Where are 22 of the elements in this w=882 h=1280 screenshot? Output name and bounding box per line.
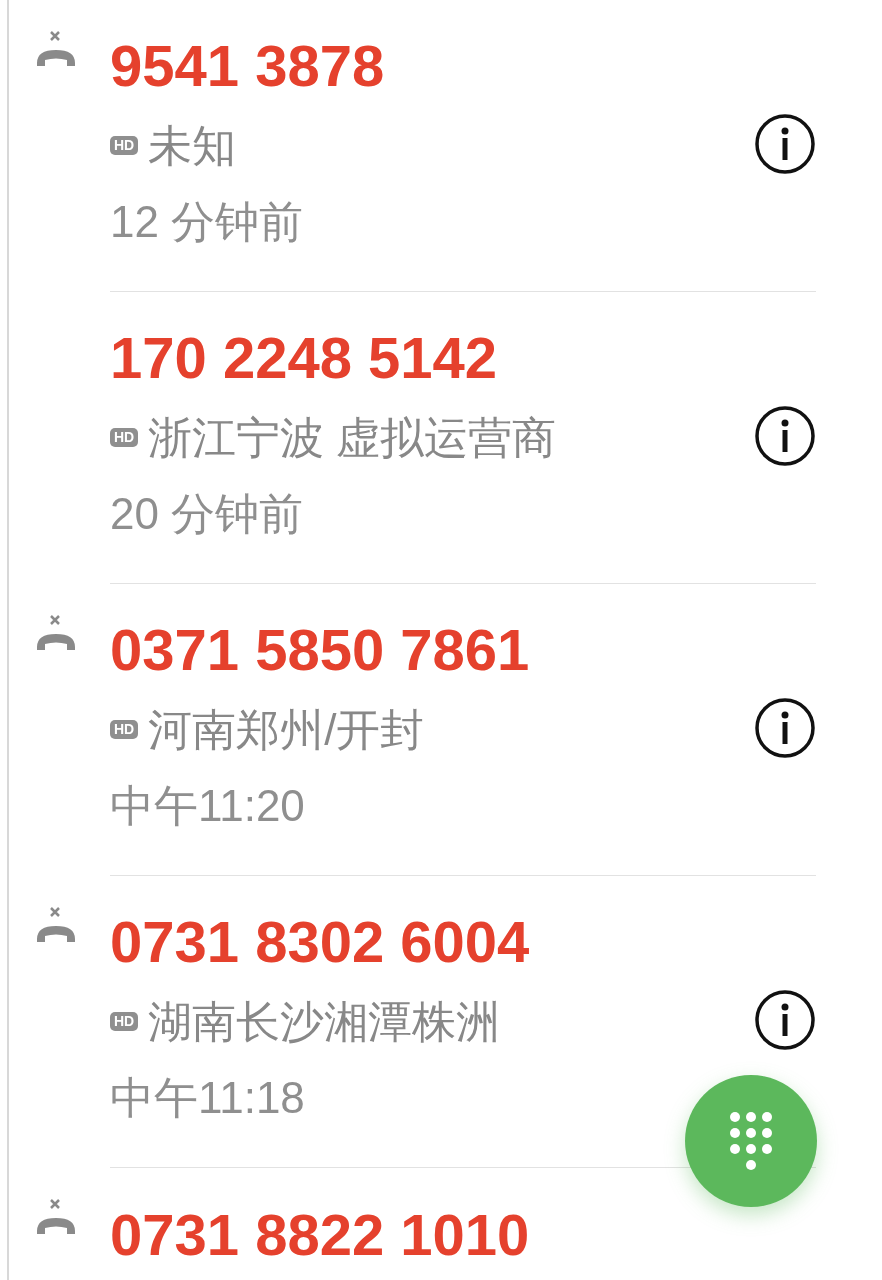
info-icon[interactable] [754,404,816,467]
call-time: 12 分钟前 [110,195,305,248]
phone-number: 0731 8822 1010 [110,1201,531,1269]
dialpad-icon [729,1111,773,1171]
info-icon[interactable] [754,112,816,175]
call-time: 中午11:20 [110,779,306,832]
hd-badge: HD [110,719,139,739]
caller-location: 湖南长沙湘潭株洲 [148,995,501,1048]
caller-location: 浙江宁波 虚拟运营商 [148,411,557,464]
hd-badge: HD [110,1011,139,1031]
info-icon[interactable] [754,696,816,759]
call-time: 中午11:18 [110,1071,306,1124]
phone-number: 9541 3878 [110,32,386,101]
caller-location: 河南郑州/开封 [148,703,425,756]
info-icon[interactable] [754,988,816,1051]
hd-badge: HD [110,427,139,447]
hd-badge: HD [110,135,139,155]
caller-location: 未知 [148,119,237,172]
phone-number: 0371 5850 7861 [110,616,531,685]
phone-number: 170 2248 5142 [110,324,499,393]
call-time: 20 分钟前 [110,487,305,540]
phone-number: 0731 8302 6004 [110,908,531,977]
